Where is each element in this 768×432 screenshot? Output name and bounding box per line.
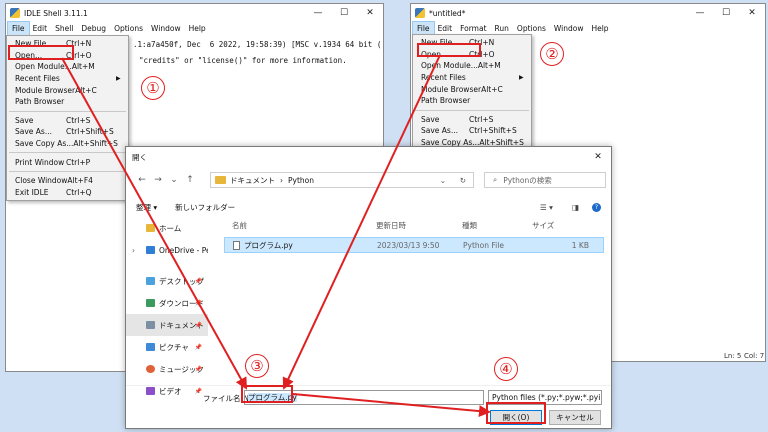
arrow-filename-to-open-button <box>292 393 491 418</box>
arrow-shell-open-to-filename <box>61 57 247 390</box>
arrow-editor-open-to-filename <box>282 54 441 390</box>
annotation-arrows <box>61 54 491 418</box>
